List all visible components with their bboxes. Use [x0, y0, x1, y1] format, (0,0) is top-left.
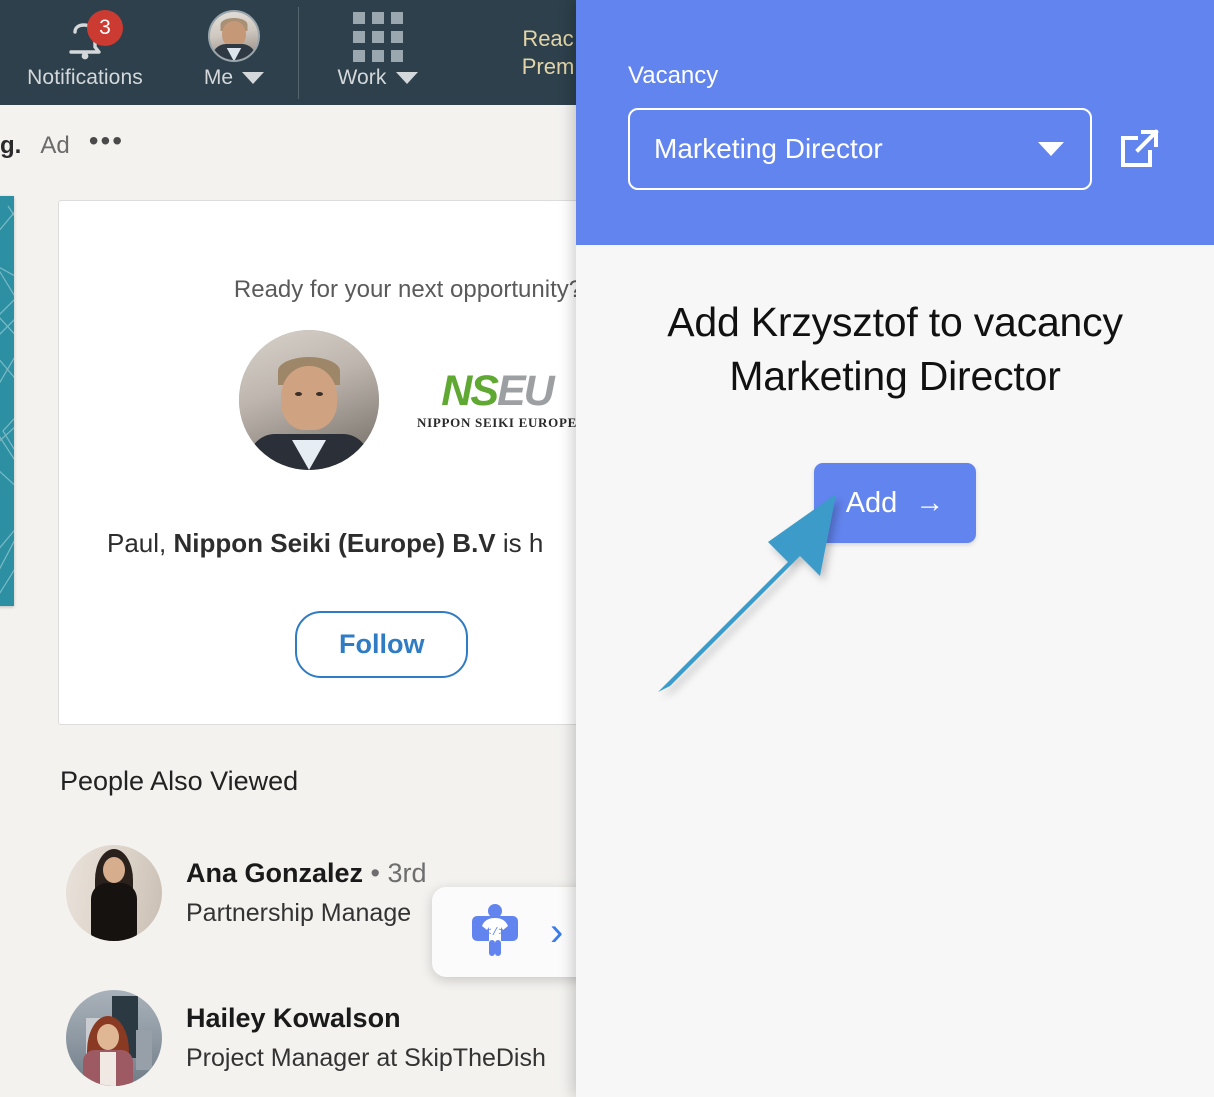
avatar: [66, 845, 162, 941]
panel-header: Vacancy Marketing Director: [576, 0, 1214, 245]
work-glyph: [352, 11, 403, 62]
ad-person-photo: [239, 330, 380, 470]
chevron-down-icon: [395, 71, 418, 84]
follow-button[interactable]: Follow: [295, 611, 469, 678]
person-headline: Project Manager at SkipTheDish: [186, 1044, 546, 1072]
arrow-right-icon: →: [915, 486, 945, 519]
vacancy-select[interactable]: Marketing Director: [628, 108, 1092, 190]
extension-panel: Vacancy Marketing Director Add Krzysztof…: [576, 0, 1214, 1097]
nav-label-me: Me: [203, 65, 265, 90]
side-card-teal: [0, 196, 14, 606]
grid-icon: [352, 11, 403, 62]
vacancy-row: Marketing Director: [628, 108, 1162, 190]
chevron-right-icon[interactable]: ›: [550, 912, 563, 952]
vacancy-label: Vacancy: [628, 62, 719, 89]
person-name: Hailey Kowalson: [186, 1003, 546, 1034]
post-text-fragment: g.: [0, 132, 22, 159]
ad-body-prefix: Paul,: [107, 528, 174, 558]
list-item-text: Ana Gonzalez • 3rd Partnership Manage: [186, 858, 427, 928]
chevron-down-icon: [242, 71, 265, 84]
nippon-seiki-europe-logo: NSEU NIPPON SEIKI EUROPE: [417, 366, 577, 431]
ad-label: Ad: [40, 132, 70, 159]
bell-icon: 3: [63, 9, 123, 62]
panel-body: Add Krzysztof to vacancy Marketing Direc…: [576, 245, 1214, 692]
person-name-text: Ana Gonzalez: [186, 858, 364, 888]
page-title: Add Krzysztof to vacancy Marketing Direc…: [667, 299, 1123, 400]
nav-item-me[interactable]: Me: [170, 0, 298, 105]
nav-label-me-text: Me: [203, 65, 234, 89]
connection-degree: • 3rd: [370, 858, 427, 888]
chevron-down-icon: [1038, 142, 1064, 156]
person-name: Ana Gonzalez • 3rd: [186, 858, 427, 889]
nav-label-work: Work: [337, 65, 418, 90]
screen-root: 3 Notifications Me Work Reac Prem g. Ad …: [0, 0, 1214, 1097]
me-glyph: [208, 9, 260, 62]
arrow-annotation: [638, 480, 868, 715]
nav-label-work-text: Work: [337, 65, 387, 89]
ad-body-company: Nippon Seiki (Europe) B.V: [173, 528, 496, 558]
nav-label-notifications: Notifications: [27, 65, 143, 89]
list-item[interactable]: Ana Gonzalez • 3rd Partnership Manage: [66, 845, 427, 941]
logo-mark-gray: EU: [497, 366, 555, 415]
person-headline: Partnership Manage: [186, 899, 412, 927]
nav-item-work[interactable]: Work: [298, 6, 456, 99]
avatar: [208, 9, 260, 62]
logo-subtitle: NIPPON SEIKI EUROPE: [417, 414, 577, 430]
list-item-text: Hailey Kowalson Project Manager at SkipT…: [186, 1003, 546, 1073]
people-also-viewed-title: People Also Viewed: [60, 766, 299, 796]
ad-body-suffix: is h: [495, 528, 544, 558]
nav-item-notifications[interactable]: 3 Notifications: [0, 0, 170, 105]
svg-text:</>: </>: [485, 927, 505, 939]
vacancy-selected-value: Marketing Director: [654, 133, 883, 164]
avatar: [66, 990, 162, 1086]
open-external-button[interactable]: [1116, 126, 1162, 172]
list-item[interactable]: Hailey Kowalson Project Manager at SkipT…: [66, 990, 546, 1086]
notifications-badge: 3: [87, 9, 123, 46]
feed-post-meta: g. Ad •••: [0, 127, 124, 160]
person-name-text: Hailey Kowalson: [186, 1003, 401, 1033]
logo-mark-green: NS: [441, 366, 499, 415]
logo-wordmark: NSEU: [417, 366, 577, 415]
person-code-icon: </>: [464, 899, 526, 966]
notifications-glyph: 3: [63, 9, 123, 62]
ellipsis-icon[interactable]: •••: [89, 127, 124, 156]
